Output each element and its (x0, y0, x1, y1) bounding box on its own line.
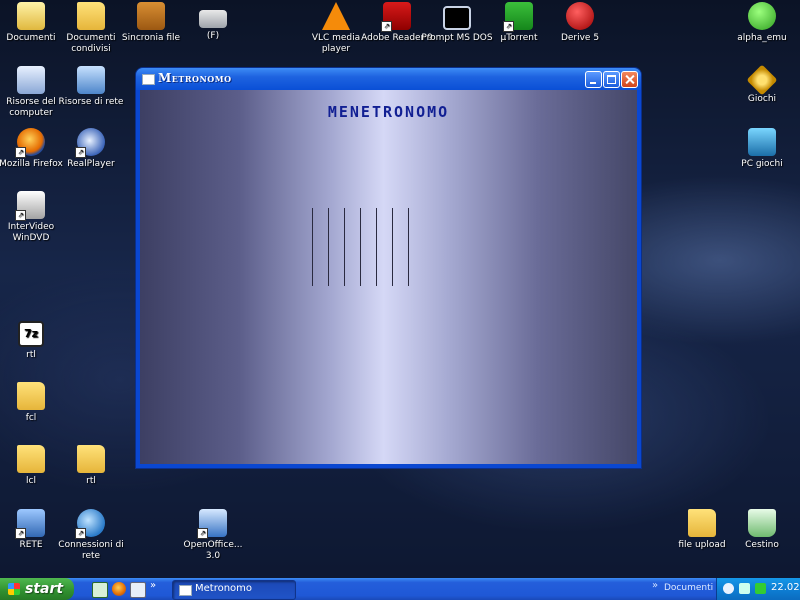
utorrent-icon: ↗ (503, 2, 533, 32)
network-places-icon (77, 66, 105, 94)
desktop-icon-windvd[interactable]: ↗ InterVideo WinDVD (0, 191, 68, 244)
maximize-button[interactable] (603, 71, 620, 88)
minimize-button[interactable] (585, 71, 602, 88)
desktop-icon-label: PC giochi (741, 159, 783, 169)
taskbar-button-metronomo[interactable]: Metronomo (172, 580, 296, 600)
desktop-icon-openoffice[interactable]: ↗ OpenOffice... 3.0 (176, 509, 250, 562)
metronome-window: Metronomo MENETRONOMO (136, 68, 641, 468)
desktop-icon-label: Giochi (747, 94, 777, 104)
desktop-icon-rtl-folder[interactable]: rtl (54, 445, 128, 487)
tray-app-icon[interactable] (723, 583, 734, 594)
clock[interactable]: 22.02 (771, 582, 800, 593)
openoffice-icon: ↗ (197, 509, 227, 539)
vlc-icon (322, 2, 350, 30)
desktop-icon-label: OpenOffice... 3.0 (183, 540, 243, 561)
desktop-icon-label: Connessioni di rete (58, 540, 124, 561)
desktop-icon-label: rtl (86, 476, 96, 486)
network-connections-icon: ↗ (75, 509, 105, 539)
recycle-bin-icon (748, 509, 776, 537)
desktop-icon-realplayer[interactable]: ↗ RealPlayer (54, 128, 128, 170)
start-label: start (25, 581, 64, 597)
realplayer-icon: ↗ (75, 128, 105, 158)
quicklaunch-app-icon[interactable] (92, 582, 108, 598)
metronome-tick-line (360, 208, 361, 286)
desktop-icon-label: alpha_emu (737, 33, 787, 43)
7zip-icon: 7z (18, 321, 44, 347)
network-icon: ↗ (15, 509, 45, 539)
command-prompt-icon (443, 6, 471, 30)
metronome-tick-line (344, 208, 345, 286)
metronome-tick-line (312, 208, 313, 286)
metronome-tick-line (408, 208, 409, 286)
tray-utorrent-icon[interactable] (755, 583, 766, 594)
desktop-icon-label: (F) (206, 31, 220, 41)
taskbar: start » Metronomo » Documenti 22.02 (0, 578, 800, 600)
folder-icon (17, 445, 45, 473)
quicklaunch-chevron-icon[interactable]: » (150, 580, 156, 591)
desktop-icon-drive-f[interactable]: (F) (176, 2, 250, 42)
derive-icon (566, 2, 594, 30)
app-window-icon (179, 585, 192, 596)
quicklaunch-window-icon[interactable] (130, 582, 146, 598)
desktop-icon-fcl[interactable]: fcl (0, 382, 68, 424)
desktop-icon-label: Derive 5 (560, 33, 600, 43)
taskbar-button-label: Metronomo (195, 583, 253, 594)
desktop-icon-label: InterVideo WinDVD (7, 222, 55, 243)
desktop-icon-pc-giochi[interactable]: PC giochi (725, 128, 799, 170)
drive-icon (199, 10, 227, 28)
toolbar-documenti[interactable]: Documenti (664, 583, 713, 593)
window-titlebar[interactable]: Metronomo (136, 68, 641, 90)
metronome-tick-line (376, 208, 377, 286)
desktop-icon-derive-5[interactable]: Derive 5 (543, 2, 617, 44)
desktop-icon-label: rtl (26, 350, 36, 360)
metronome-tick-line (328, 208, 329, 286)
app-heading: MENETRONOMO (327, 103, 450, 121)
desktop-icon-giochi[interactable]: Giochi (725, 64, 799, 105)
window-client-area: MENETRONOMO (140, 90, 637, 464)
desktop-icon-cestino[interactable]: Cestino (725, 509, 799, 551)
firefox-icon: ↗ (15, 128, 45, 158)
tray-network-icon[interactable] (739, 583, 750, 594)
folder-icon (77, 445, 105, 473)
desktop-icon-label: fcl (25, 413, 37, 423)
shared-folder-icon (77, 2, 105, 30)
desktop-icon-label: RealPlayer (67, 159, 115, 169)
alpha-emu-icon (748, 2, 776, 30)
desktop-icon-label: Cestino (745, 540, 779, 550)
close-button[interactable] (621, 71, 638, 88)
windvd-icon: ↗ (15, 191, 45, 221)
games-icon (746, 64, 778, 96)
metronome-tick-line (392, 208, 393, 286)
windows-flag-icon (8, 583, 20, 595)
folder-icon (17, 382, 45, 410)
pc-games-icon (748, 128, 776, 156)
quicklaunch-firefox-icon[interactable] (112, 582, 126, 596)
toolbar-chevron-icon[interactable]: » (652, 580, 658, 591)
desktop-icon-risorse-di-rete[interactable]: Risorse di rete (54, 66, 128, 108)
desktop-icon-rtl-7zip[interactable]: 7z rtl (0, 318, 68, 361)
app-window-icon[interactable] (142, 74, 155, 85)
desktop-icon-label: Risorse di rete (58, 97, 124, 107)
adobe-reader-icon: ↗ (381, 2, 411, 32)
folder-documents-icon (17, 2, 45, 30)
briefcase-icon (137, 2, 165, 30)
folder-icon (688, 509, 716, 537)
start-button[interactable]: start (0, 578, 74, 600)
system-tray: 22.02 (716, 578, 800, 600)
desktop-icon-alpha-emu[interactable]: alpha_emu (725, 2, 799, 44)
desktop-icon-connessioni-di-rete[interactable]: ↗ Connessioni di rete (54, 509, 128, 562)
my-computer-icon (17, 66, 45, 94)
window-title: Metronomo (158, 71, 232, 85)
